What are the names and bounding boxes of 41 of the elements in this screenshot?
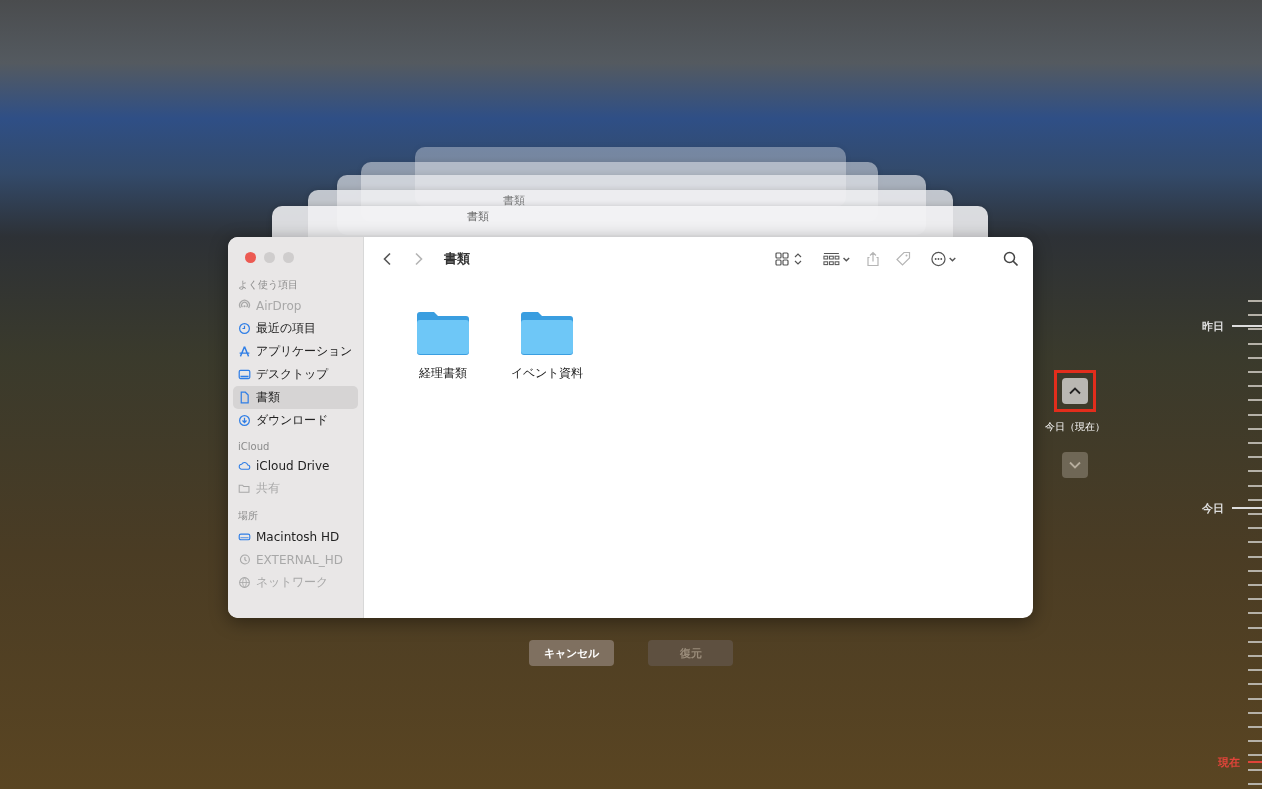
apps-icon (238, 345, 251, 358)
clock-icon (238, 322, 251, 335)
cloud-icon (238, 459, 251, 472)
shared-icon (238, 482, 251, 495)
sidebar-item[interactable]: ダウンロード (233, 409, 358, 432)
window-title: 書類 (503, 193, 525, 208)
tag-icon[interactable] (895, 251, 911, 267)
sidebar-item[interactable]: デスクトップ (233, 363, 358, 386)
doc-icon (238, 391, 251, 404)
download-icon (238, 414, 251, 427)
globe-icon (238, 576, 251, 589)
dialog-button[interactable]: キャンセル (529, 640, 614, 666)
search-icon[interactable] (1003, 251, 1019, 267)
close-button[interactable] (245, 252, 256, 263)
timeline-marker (1248, 761, 1262, 763)
sidebar-item[interactable]: アプリケーション (233, 340, 358, 363)
timeline-marker (1232, 325, 1262, 327)
sidebar-item[interactable]: 書類 (233, 386, 358, 409)
window-title: 書類 (467, 209, 489, 224)
sidebar-item[interactable]: iCloud Drive (233, 454, 358, 477)
sidebar-item[interactable]: 最近の項目 (233, 317, 358, 340)
window-title: 書類 (444, 250, 470, 268)
folder-name[interactable]: 経理書類 (419, 365, 467, 382)
more-icon[interactable] (931, 251, 959, 267)
grid-view-icon[interactable] (775, 251, 803, 267)
sidebar-section-header: iCloud (237, 440, 271, 454)
current-time-label: 今日（現在） (1045, 420, 1105, 434)
folder-icon[interactable] (416, 311, 470, 355)
sidebar-item[interactable]: Macintosh HD (233, 525, 358, 548)
group-icon[interactable] (823, 251, 851, 267)
timeline-label[interactable]: 今日 (1202, 500, 1224, 516)
timeline-marker (1232, 507, 1262, 509)
folder-icon[interactable] (520, 311, 574, 355)
timeline-label[interactable]: 昨日 (1202, 318, 1224, 334)
sidebar-section-header: 場所 (237, 509, 259, 523)
share-icon[interactable] (865, 251, 881, 267)
folder-name[interactable]: イベント資料 (511, 365, 583, 382)
previous-button[interactable] (1062, 378, 1088, 404)
history-icon (238, 553, 251, 566)
sidebar-section-header: よく使う項目 (237, 278, 299, 292)
desktop-icon (238, 368, 251, 381)
